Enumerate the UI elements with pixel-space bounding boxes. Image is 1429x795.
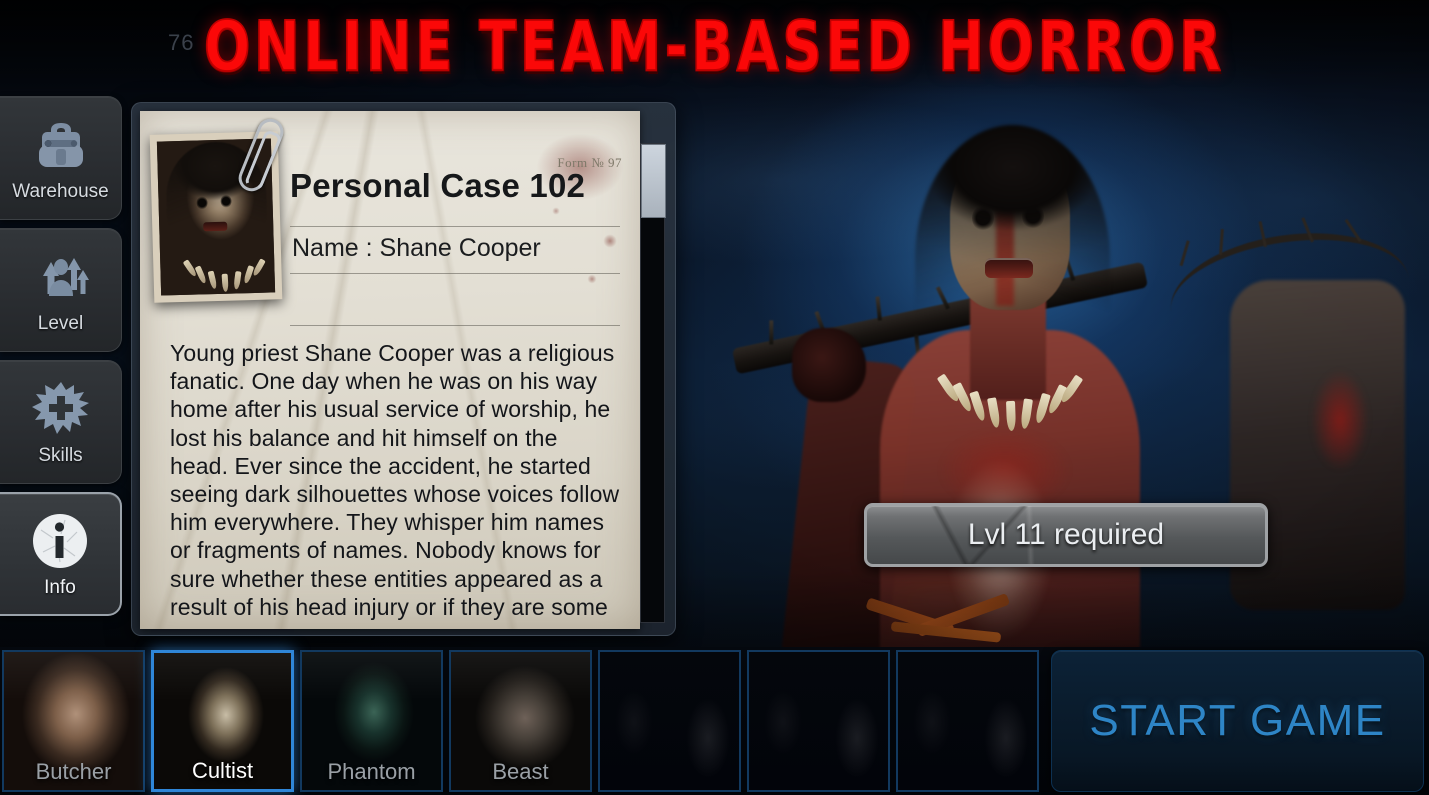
character-card-locked-2[interactable] xyxy=(747,650,890,792)
left-sidebar: Warehouse Level Skills Info xyxy=(0,96,122,616)
character-card-butcher[interactable]: Butcher xyxy=(2,650,145,792)
skill-splat-plus-icon xyxy=(28,377,94,441)
divider-rule xyxy=(290,226,620,227)
character-hand xyxy=(792,328,866,402)
case-file-paper: Personal Case 102 Form № 97 Name : Shane… xyxy=(140,111,640,629)
character-card-label: Phantom xyxy=(327,759,416,784)
sidebar-item-label: Skills xyxy=(38,445,83,466)
character-card-beast[interactable]: Beast xyxy=(449,650,592,792)
level-up-icon xyxy=(28,245,94,309)
character-hair xyxy=(915,125,1110,395)
sidebar-item-label: Level xyxy=(37,313,84,334)
locked-silhouette xyxy=(898,652,1037,790)
character-card-label: Butcher xyxy=(35,759,112,784)
info-circle-icon xyxy=(27,509,93,573)
character-card-phantom[interactable]: Phantom xyxy=(300,650,443,792)
start-game-button[interactable]: START GAME xyxy=(1051,650,1424,792)
character-name-field: Name : Shane Cooper xyxy=(292,234,541,262)
dossier-scrollbar[interactable] xyxy=(640,143,666,623)
character-card-label: Cultist xyxy=(191,758,254,783)
form-number: Form № 97 xyxy=(557,155,622,170)
character-card-cultist[interactable]: Cultist xyxy=(151,650,294,792)
case-title: Personal Case 102 xyxy=(290,167,586,204)
backpack-icon xyxy=(28,113,94,177)
locked-silhouette xyxy=(749,652,888,790)
sidebar-item-label: Warehouse xyxy=(12,181,109,202)
scrollbar-thumb[interactable] xyxy=(641,144,666,218)
sidebar-item-info[interactable]: Info xyxy=(0,492,122,616)
game-lobby-screen: 76 ONLINE TEAM-BASED HORROR Warehouse Le… xyxy=(0,0,1429,795)
character-card-label: Beast xyxy=(492,759,549,784)
divider-rule xyxy=(290,325,620,326)
sidebar-item-skills[interactable]: Skills xyxy=(0,360,122,484)
teeth-necklace xyxy=(932,370,1092,440)
case-description: Young priest Shane Cooper was a religiou… xyxy=(170,340,620,620)
corpse-blood-stain xyxy=(1300,360,1380,510)
start-game-label: START GAME xyxy=(1089,696,1386,745)
level-requirement-plaque: Lvl 11 required xyxy=(864,503,1268,567)
level-requirement-label: Lvl 11 required xyxy=(967,518,1165,551)
divider-rule xyxy=(290,273,620,274)
sidebar-item-level[interactable]: Level xyxy=(0,228,122,352)
photo-mouth xyxy=(203,221,228,232)
character-card-locked-1[interactable] xyxy=(598,650,741,792)
photo-teeth-necklace xyxy=(180,255,271,292)
character-select-bar: Butcher Cultist Phantom Beast START GAME xyxy=(0,647,1429,795)
case-header: Personal Case 102 xyxy=(290,167,630,205)
character-card-locked-3[interactable] xyxy=(896,650,1039,792)
sidebar-item-warehouse[interactable]: Warehouse xyxy=(0,96,122,220)
locked-silhouette xyxy=(600,652,739,790)
sidebar-item-label: Info xyxy=(44,577,76,598)
bonfire-logs xyxy=(855,585,1065,655)
character-dossier-panel: Personal Case 102 Form № 97 Name : Shane… xyxy=(131,102,676,636)
case-body-text: Young priest Shane Cooper was a religiou… xyxy=(170,339,620,621)
